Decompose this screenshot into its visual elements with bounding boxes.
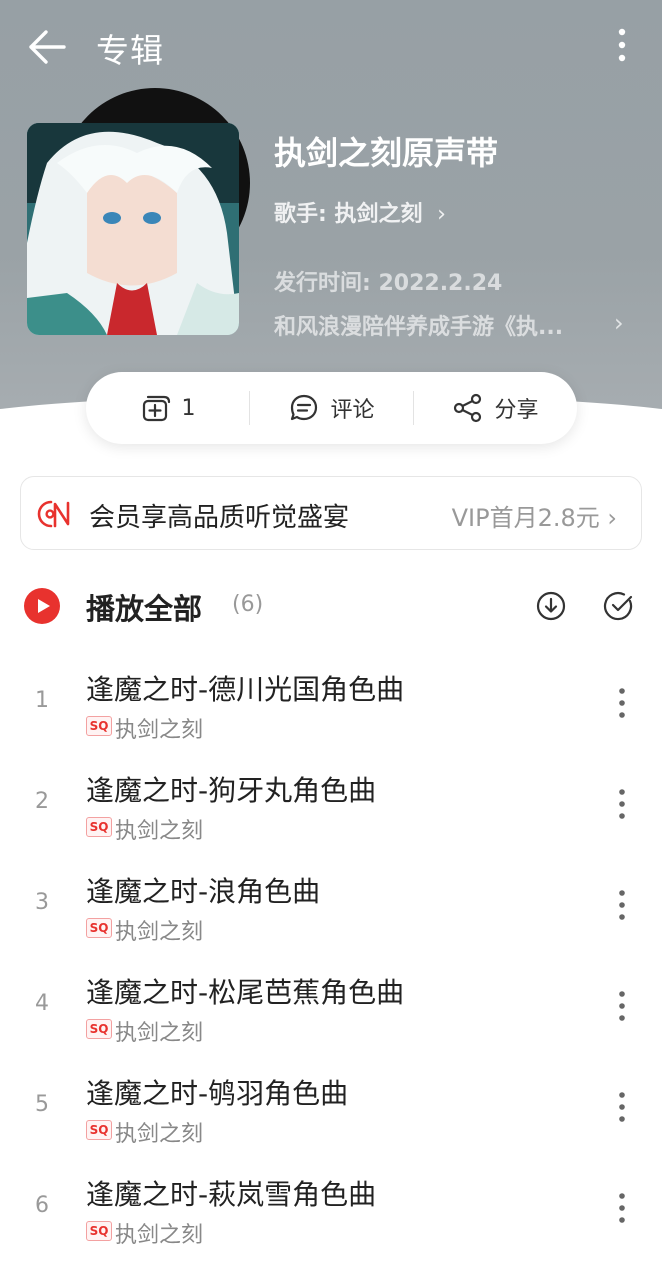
top-bar: 专辑: [0, 0, 662, 92]
song-artist: 执剑之刻: [115, 920, 204, 945]
song-artist: 执剑之刻: [115, 1021, 204, 1046]
song-title: 逢魔之时-狗牙丸角色曲: [86, 774, 377, 807]
download-icon: [536, 591, 566, 621]
chevron-right-icon: ›: [430, 202, 446, 227]
play-all-button[interactable]: 播放全部: [86, 586, 202, 628]
song-artist: 执剑之刻: [115, 1223, 204, 1248]
song-title: 逢魔之时-松尾芭蕉角色曲: [86, 976, 405, 1009]
sq-badge: SQ: [86, 918, 112, 938]
vip-promo-text: 会员享高品质听觉盛宴: [89, 503, 350, 533]
song-count: (6): [232, 592, 264, 617]
more-button[interactable]: [604, 26, 640, 66]
download-button[interactable]: [535, 590, 567, 622]
release-date: 发行时间: 2022.2.24: [274, 271, 503, 296]
description-chevron-icon[interactable]: ›: [614, 309, 624, 337]
vip-logo-icon: [37, 500, 70, 528]
comment-label: 评论: [330, 398, 375, 423]
more-vertical-icon: [619, 890, 625, 920]
vip-offer: VIP首月2.8元 ›: [451, 504, 617, 532]
more-vertical-icon: [619, 789, 625, 819]
multi-select-button[interactable]: [603, 590, 635, 622]
collect-button[interactable]: 1: [86, 372, 249, 444]
more-vertical-icon: [619, 688, 625, 718]
song-number: 2: [35, 789, 49, 814]
song-number: 5: [35, 1092, 49, 1117]
song-more-button[interactable]: [606, 1191, 638, 1227]
song-number: 1: [35, 688, 49, 713]
share-label: 分享: [494, 398, 539, 423]
more-vertical-icon: [618, 28, 626, 62]
artist-line-text: 歌手: 执剑之刻: [274, 202, 423, 227]
more-vertical-icon: [619, 991, 625, 1021]
sq-badge: SQ: [86, 817, 112, 837]
vip-banner[interactable]: 会员享高品质听觉盛宴 VIP首月2.8元 ›: [20, 476, 642, 550]
back-button[interactable]: [26, 26, 68, 68]
song-more-button[interactable]: [606, 888, 638, 924]
song-row[interactable]: 4 逢魔之时-松尾芭蕉角色曲 SQ 执剑之刻: [0, 961, 662, 1062]
sq-badge: SQ: [86, 1221, 112, 1241]
sq-badge: SQ: [86, 1019, 112, 1039]
back-arrow-icon: [29, 30, 66, 64]
more-vertical-icon: [619, 1193, 625, 1223]
multi-select-icon: [603, 591, 633, 621]
song-artist: 执剑之刻: [115, 718, 204, 743]
song-title: 逢魔之时-鸲羽角色曲: [86, 1077, 349, 1110]
more-vertical-icon: [619, 1092, 625, 1122]
song-more-button[interactable]: [606, 989, 638, 1025]
song-row[interactable]: 2 逢魔之时-狗牙丸角色曲 SQ 执剑之刻: [0, 759, 662, 860]
song-row[interactable]: 1 逢魔之时-德川光国角色曲 SQ 执剑之刻: [0, 658, 662, 759]
song-artist: 执剑之刻: [115, 819, 204, 844]
song-row[interactable]: 5 逢魔之时-鸲羽角色曲 SQ 执剑之刻: [0, 1062, 662, 1163]
album-description[interactable]: 和风浪漫陪伴养成手游《执...: [274, 309, 614, 341]
song-more-button[interactable]: [606, 787, 638, 823]
comment-icon: [291, 394, 318, 421]
collect-count: 1: [181, 395, 196, 421]
sq-badge: SQ: [86, 716, 112, 736]
album-title: 执剑之刻原声带: [274, 134, 499, 172]
song-number: 3: [35, 890, 49, 915]
page-title: 专辑: [96, 31, 164, 70]
album-cover[interactable]: [27, 123, 239, 335]
comment-button[interactable]: 评论: [250, 372, 413, 444]
share-button[interactable]: 分享: [414, 372, 577, 444]
artist-link[interactable]: 歌手: 执剑之刻 ›: [274, 196, 446, 228]
song-title: 逢魔之时-德川光国角色曲: [86, 673, 405, 706]
play-icon[interactable]: [24, 588, 60, 624]
song-title: 逢魔之时-浪角色曲: [86, 875, 321, 908]
sq-badge: SQ: [86, 1120, 112, 1140]
song-title: 逢魔之时-萩岚雪角色曲: [86, 1178, 377, 1211]
song-more-button[interactable]: [606, 686, 638, 722]
song-number: 4: [35, 991, 49, 1016]
play-all-row: 播放全部 (6): [0, 580, 662, 636]
song-number: 6: [35, 1193, 49, 1218]
action-bar: 1 评论 分享: [86, 372, 577, 444]
album-page: 专辑 执剑之刻原声带 歌手: 执剑之刻 › 发行时间: 2022.2.24 和风…: [0, 0, 662, 1279]
song-artist: 执剑之刻: [115, 1122, 204, 1147]
album-cover-art: [27, 123, 239, 335]
song-row[interactable]: 6 逢魔之时-萩岚雪角色曲 SQ 执剑之刻: [0, 1163, 662, 1264]
share-icon: [454, 393, 482, 423]
add-collect-icon: [142, 395, 170, 422]
song-row[interactable]: 3 逢魔之时-浪角色曲 SQ 执剑之刻: [0, 860, 662, 961]
song-more-button[interactable]: [606, 1090, 638, 1126]
